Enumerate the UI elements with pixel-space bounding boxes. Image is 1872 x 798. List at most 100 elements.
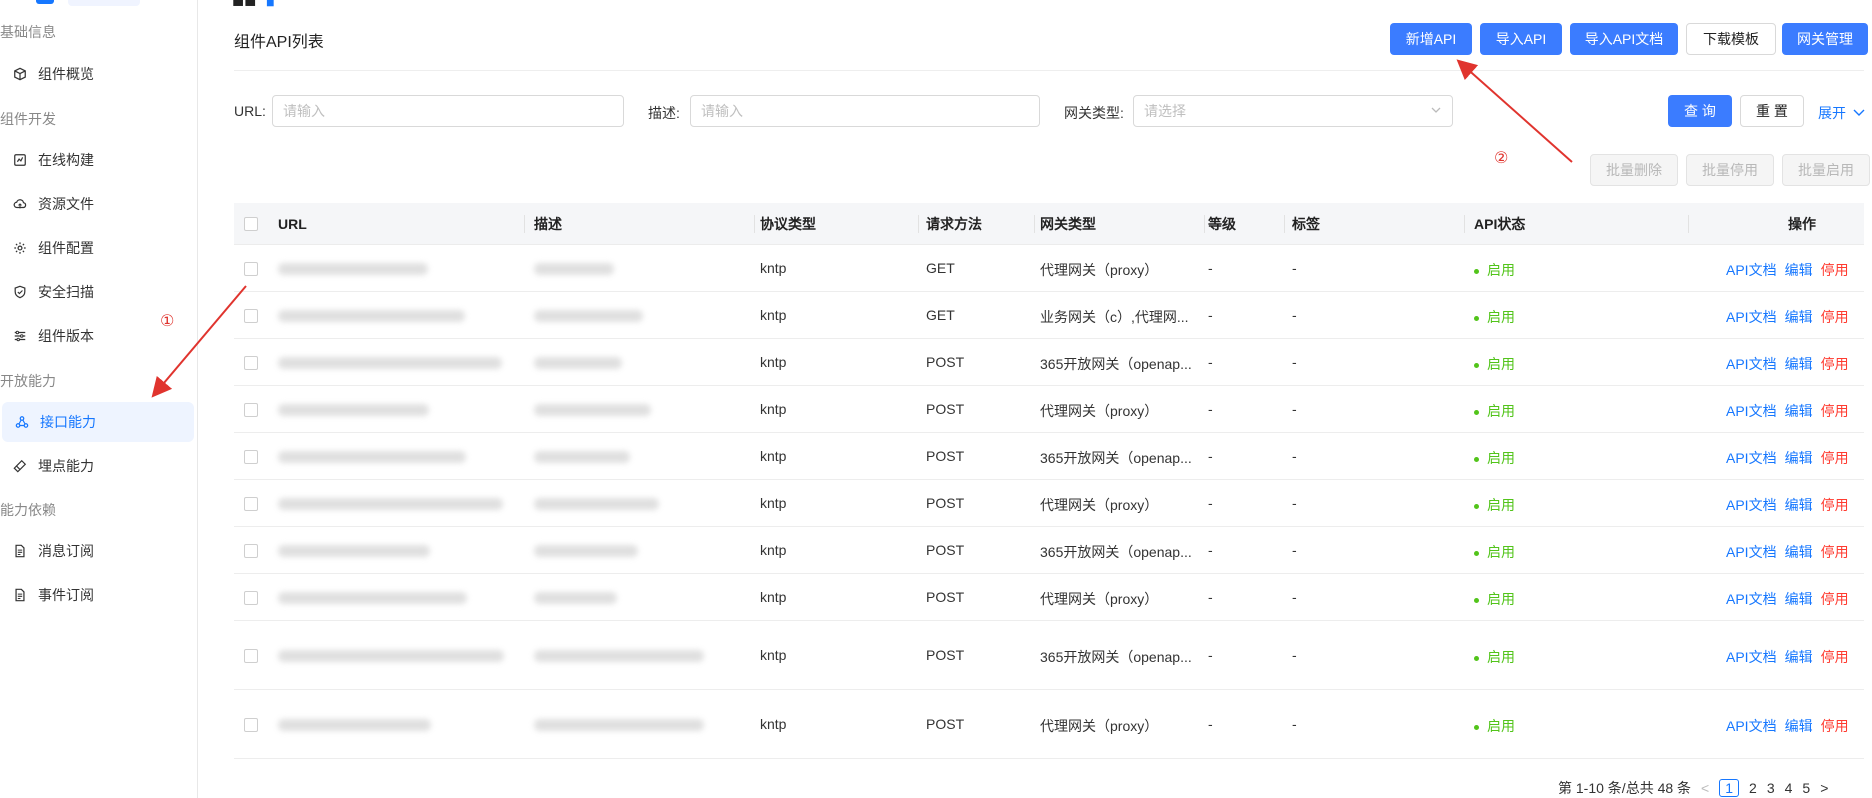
sidebar-item-overview[interactable]: 组件概览: [0, 54, 194, 94]
gateway-cell: 代理网关（proxy）: [1040, 718, 1159, 734]
url-cell-redacted: [278, 592, 467, 604]
protocol-cell: kntp: [760, 647, 787, 663]
import-api-button[interactable]: 导入API: [1480, 23, 1562, 55]
method-cell: POST: [926, 448, 965, 464]
status-badge: 启用: [1474, 647, 1515, 667]
disable-link[interactable]: 停用: [1821, 403, 1849, 419]
disable-link[interactable]: 停用: [1821, 649, 1849, 665]
gateway-type-select[interactable]: 请选择: [1133, 95, 1453, 127]
col-separator: [1688, 215, 1689, 233]
status-dot-icon: [1474, 503, 1479, 509]
import-api-doc-button[interactable]: 导入API文档: [1570, 23, 1678, 55]
sidebar-item-api-capability[interactable]: 接口能力: [2, 402, 194, 442]
row-actions: API文档 编辑 停用: [1726, 354, 1849, 374]
reset-button[interactable]: 重 置: [1740, 95, 1804, 127]
edit-link[interactable]: 编辑: [1785, 450, 1813, 466]
row-checkbox[interactable]: [244, 591, 258, 605]
url-input[interactable]: [272, 95, 624, 127]
edit-link[interactable]: 编辑: [1785, 403, 1813, 419]
edit-link[interactable]: 编辑: [1785, 309, 1813, 325]
edit-link[interactable]: 编辑: [1785, 262, 1813, 278]
row-checkbox[interactable]: [244, 450, 258, 464]
desc-cell-redacted: [534, 357, 622, 369]
status-text: 启用: [1487, 649, 1515, 665]
page-5[interactable]: 5: [1802, 780, 1810, 796]
disable-link[interactable]: 停用: [1821, 718, 1849, 734]
sidebar: 基础信息 组件概览 组件开发 在线构建 资源文件 组件配置 安全扫描 组件版本 …: [0, 0, 198, 798]
edit-link[interactable]: 编辑: [1785, 591, 1813, 607]
row-checkbox[interactable]: [244, 718, 258, 732]
api-doc-link[interactable]: API文档: [1726, 649, 1777, 665]
edit-link[interactable]: 编辑: [1785, 544, 1813, 560]
disable-link[interactable]: 停用: [1821, 262, 1849, 278]
sidebar-item-security-scan[interactable]: 安全扫描: [0, 272, 194, 312]
expand-link[interactable]: 展开: [1818, 103, 1866, 123]
page-1[interactable]: 1: [1719, 779, 1740, 797]
row-checkbox[interactable]: [244, 356, 258, 370]
status-dot-icon: [1474, 362, 1479, 368]
desc-input[interactable]: [690, 95, 1040, 127]
desc-cell-redacted: [534, 310, 643, 322]
protocol-cell: kntp: [760, 716, 787, 732]
edit-link[interactable]: 编辑: [1785, 718, 1813, 734]
api-doc-link[interactable]: API文档: [1726, 356, 1777, 372]
row-checkbox[interactable]: [244, 262, 258, 276]
disable-link[interactable]: 停用: [1821, 591, 1849, 607]
gateway-manage-button[interactable]: 网关管理: [1782, 23, 1868, 55]
query-button[interactable]: 查 询: [1668, 95, 1732, 127]
download-template-button[interactable]: 下载模板: [1686, 23, 1776, 55]
api-doc-link[interactable]: API文档: [1726, 591, 1777, 607]
page-4[interactable]: 4: [1785, 780, 1793, 796]
protocol-cell: kntp: [760, 260, 787, 276]
page-3[interactable]: 3: [1767, 780, 1775, 796]
disable-link[interactable]: 停用: [1821, 309, 1849, 325]
method-cell: GET: [926, 260, 955, 276]
disable-link[interactable]: 停用: [1821, 356, 1849, 372]
table-body: kntp GET 代理网关（proxy） - - 启用 API文档 编辑 停用 kntp GET 业务…: [234, 245, 1864, 759]
api-doc-link[interactable]: API文档: [1726, 262, 1777, 278]
row-checkbox[interactable]: [244, 497, 258, 511]
protocol-cell: kntp: [760, 307, 787, 323]
select-all-checkbox[interactable]: [244, 217, 258, 231]
api-doc-link[interactable]: API文档: [1726, 450, 1777, 466]
api-doc-link[interactable]: API文档: [1726, 497, 1777, 513]
api-doc-link[interactable]: API文档: [1726, 544, 1777, 560]
sidebar-item-resource-files[interactable]: 资源文件: [0, 184, 194, 224]
level-cell: -: [1208, 647, 1213, 663]
row-checkbox[interactable]: [244, 544, 258, 558]
edit-link[interactable]: 编辑: [1785, 497, 1813, 513]
api-doc-link[interactable]: API文档: [1726, 403, 1777, 419]
edit-link[interactable]: 编辑: [1785, 649, 1813, 665]
add-api-button[interactable]: 新增API: [1390, 23, 1472, 55]
tag-cell: -: [1292, 716, 1297, 732]
sidebar-item-config[interactable]: 组件配置: [0, 228, 194, 268]
status-dot-icon: [1474, 597, 1479, 603]
gateway-cell: 代理网关（proxy）: [1040, 497, 1159, 513]
tag-cell: -: [1292, 307, 1297, 323]
disable-link[interactable]: 停用: [1821, 497, 1849, 513]
next-page-icon[interactable]: >: [1820, 780, 1828, 796]
batch-disable-button[interactable]: 批量停用: [1686, 154, 1774, 186]
batch-delete-button[interactable]: 批量删除: [1590, 154, 1678, 186]
row-checkbox[interactable]: [244, 403, 258, 417]
row-checkbox[interactable]: [244, 649, 258, 663]
chevron-down-icon: [1430, 103, 1442, 119]
api-doc-link[interactable]: API文档: [1726, 718, 1777, 734]
level-cell: -: [1208, 542, 1213, 558]
batch-enable-button[interactable]: 批量启用: [1782, 154, 1870, 186]
prev-page-icon[interactable]: <: [1701, 780, 1709, 796]
edit-link[interactable]: 编辑: [1785, 356, 1813, 372]
sidebar-item-message-subscription[interactable]: 消息订阅: [0, 531, 194, 571]
col-actions: 操作: [1788, 216, 1816, 232]
page-2[interactable]: 2: [1749, 780, 1757, 796]
sidebar-item-event-subscription[interactable]: 事件订阅: [0, 575, 194, 615]
sidebar-item-online-build[interactable]: 在线构建: [0, 140, 194, 180]
status-text: 启用: [1487, 309, 1515, 325]
row-checkbox[interactable]: [244, 309, 258, 323]
disable-link[interactable]: 停用: [1821, 544, 1849, 560]
status-text: 启用: [1487, 450, 1515, 466]
api-doc-link[interactable]: API文档: [1726, 309, 1777, 325]
disable-link[interactable]: 停用: [1821, 450, 1849, 466]
status-text: 启用: [1487, 718, 1515, 734]
sidebar-item-tracking[interactable]: 埋点能力: [0, 446, 194, 486]
